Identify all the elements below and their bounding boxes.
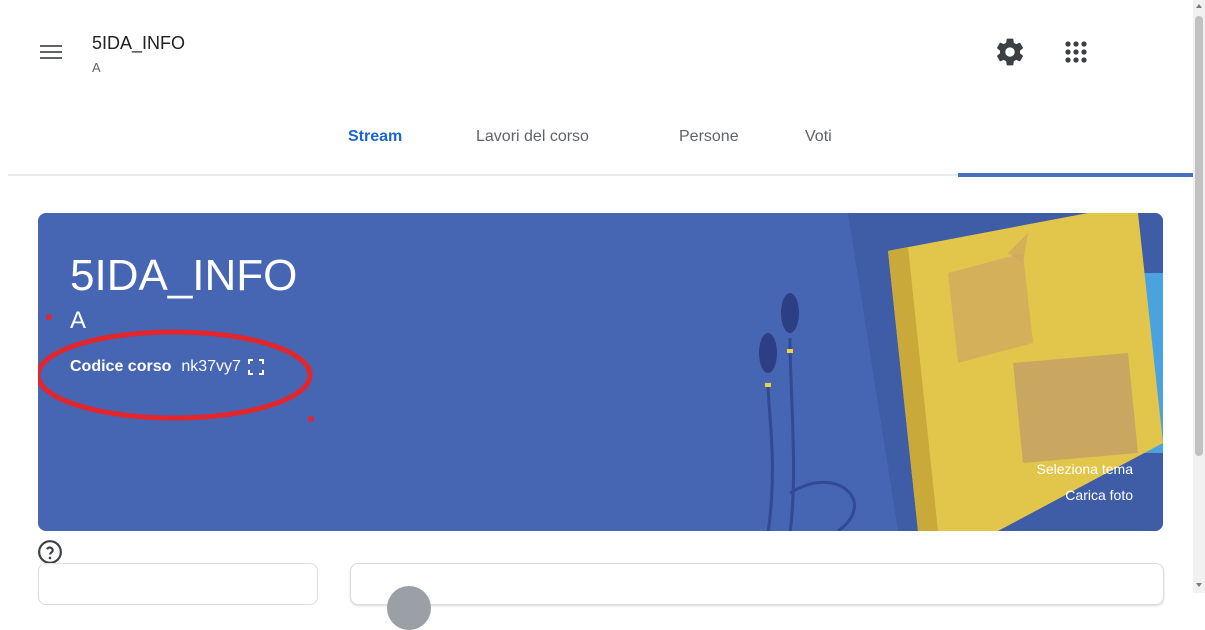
select-theme-link[interactable]: Seleziona tema: [1036, 461, 1133, 477]
apps-grid-icon[interactable]: [1060, 36, 1092, 68]
earphone-cable-left: [766, 382, 774, 531]
earbud-left: [759, 333, 777, 373]
earbud-band-right: [787, 349, 793, 353]
upcoming-card: [38, 563, 318, 605]
scroll-thumb[interactable]: [1195, 16, 1203, 456]
tab-stream[interactable]: Stream: [348, 128, 402, 146]
earbud-band-left: [765, 383, 771, 387]
class-section: A: [92, 60, 101, 75]
tab-active-indicator: [958, 173, 1193, 177]
upload-photo-link[interactable]: Carica foto: [1065, 487, 1133, 503]
class-title[interactable]: 5IDA_INFO: [92, 33, 185, 54]
announcement-card[interactable]: [350, 563, 1164, 630]
banner-class-title: 5IDA_INFO: [70, 251, 298, 300]
help-circle-icon[interactable]: [37, 539, 63, 565]
gear-icon[interactable]: [994, 36, 1026, 68]
tab-persone[interactable]: Persone: [679, 128, 739, 146]
vertical-scrollbar[interactable]: [1193, 0, 1205, 593]
scroll-down-arrow[interactable]: [1196, 583, 1202, 587]
help-circle-icon-svg: [38, 540, 62, 564]
gear-icon-svg: [997, 38, 1023, 66]
tab-voti[interactable]: Voti: [805, 128, 832, 146]
tab-lavori-del-corso[interactable]: Lavori del corso: [476, 128, 589, 146]
earphone-cable-loop: [789, 480, 856, 531]
earbud-right: [781, 293, 799, 333]
tab-bar: Stream Lavori del corso Persone Voti: [0, 120, 1193, 164]
earphone-cable-right: [788, 337, 796, 531]
scroll-up-arrow[interactable]: [1196, 4, 1202, 8]
photo-placeholder-2: [1013, 353, 1138, 463]
class-banner: 5IDA_INFO A Codice corso nk37vy7 Selezio…: [38, 213, 1163, 531]
hamburger-menu-icon[interactable]: [38, 38, 66, 66]
apps-grid-icon-svg: [1065, 41, 1087, 63]
top-app-bar: 5IDA_INFO A Stream Lavori del corso Pers…: [0, 0, 1193, 178]
red-annotation-circle: [38, 314, 314, 422]
